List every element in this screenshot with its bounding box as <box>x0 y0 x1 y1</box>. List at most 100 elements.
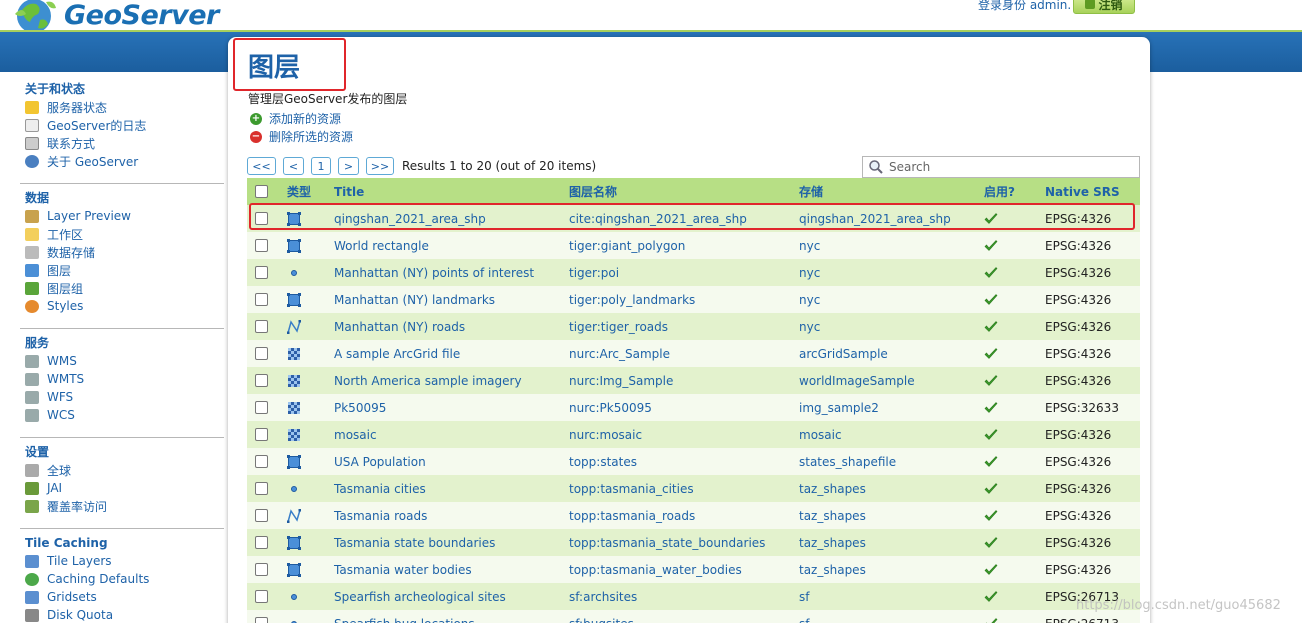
layer-title-link[interactable]: A sample ArcGrid file <box>334 340 460 367</box>
sidebar-item-layer-groups[interactable]: 图层组 <box>25 279 224 297</box>
layer-name-link[interactable]: nurc:Arc_Sample <box>569 340 670 367</box>
layer-store-link[interactable]: arcGridSample <box>799 340 888 367</box>
add-resource-link[interactable]: + 添加新的资源 <box>250 110 341 127</box>
search-input[interactable] <box>889 160 1129 174</box>
layer-title-link[interactable]: Manhattan (NY) landmarks <box>334 286 495 313</box>
sidebar-item-coverage-access[interactable]: 覆盖率访问 <box>25 497 224 515</box>
layer-name-link[interactable]: topp:states <box>569 448 637 475</box>
sidebar-item-stores[interactable]: 数据存储 <box>25 243 224 261</box>
select-all-checkbox[interactable] <box>255 185 268 198</box>
column-header-type[interactable]: 类型 <box>287 178 311 205</box>
sidebar-item-tile-layers[interactable]: Tile Layers <box>25 552 224 570</box>
layer-title-link[interactable]: Tasmania state boundaries <box>334 529 495 556</box>
layer-title-link[interactable]: Spearfish bug locations <box>334 610 475 623</box>
sidebar-item-workspaces[interactable]: 工作区 <box>25 225 224 243</box>
pager-page-1-button[interactable]: 1 <box>311 157 331 175</box>
layer-store-link[interactable]: nyc <box>799 313 820 340</box>
layer-name-link[interactable]: nurc:Img_Sample <box>569 367 673 394</box>
layer-title-link[interactable]: Manhattan (NY) points of interest <box>334 259 534 286</box>
layer-store-link[interactable]: taz_shapes <box>799 502 866 529</box>
layer-name-link[interactable]: sf:archsites <box>569 583 637 610</box>
layer-name-link[interactable]: tiger:tiger_roads <box>569 313 668 340</box>
pager-last-button[interactable]: >> <box>366 157 394 175</box>
layer-title-link[interactable]: Pk50095 <box>334 394 386 421</box>
layer-name-link[interactable]: topp:tasmania_cities <box>569 475 694 502</box>
layer-title-link[interactable]: mosaic <box>334 421 377 448</box>
column-header-name[interactable]: 图层名称 <box>569 178 617 205</box>
sidebar-item-gridsets[interactable]: Gridsets <box>25 588 224 606</box>
layer-store-link[interactable]: states_shapefile <box>799 448 896 475</box>
sidebar-item-contact[interactable]: 联系方式 <box>25 134 224 152</box>
layer-title-link[interactable]: Tasmania water bodies <box>334 556 472 583</box>
row-checkbox[interactable] <box>255 509 268 522</box>
column-header-store[interactable]: 存储 <box>799 178 823 205</box>
layer-name-link[interactable]: tiger:poi <box>569 259 619 286</box>
sidebar-item-layer-preview[interactable]: Layer Preview <box>25 207 224 225</box>
search-box[interactable] <box>862 156 1140 178</box>
layer-store-link[interactable]: taz_shapes <box>799 475 866 502</box>
row-checkbox[interactable] <box>255 401 268 414</box>
sidebar-item-server-status[interactable]: 服务器状态 <box>25 98 224 116</box>
layer-name-link[interactable]: topp:tasmania_state_boundaries <box>569 529 765 556</box>
row-checkbox[interactable] <box>255 374 268 387</box>
layer-name-link[interactable]: topp:tasmania_water_bodies <box>569 556 742 583</box>
layer-store-link[interactable]: worldImageSample <box>799 367 915 394</box>
row-checkbox[interactable] <box>255 428 268 441</box>
layer-title-link[interactable]: Tasmania cities <box>334 475 426 502</box>
layer-name-link[interactable]: tiger:giant_polygon <box>569 232 685 259</box>
layer-title-link[interactable]: Tasmania roads <box>334 502 427 529</box>
row-checkbox[interactable] <box>255 212 268 225</box>
layer-name-link[interactable]: nurc:Pk50095 <box>569 394 652 421</box>
sidebar-item-about[interactable]: 关于 GeoServer <box>25 152 224 170</box>
pager-next-button[interactable]: > <box>338 157 359 175</box>
layer-name-link[interactable]: tiger:poly_landmarks <box>569 286 695 313</box>
layer-store-link[interactable]: nyc <box>799 286 820 313</box>
sidebar-item-styles[interactable]: Styles <box>25 297 224 315</box>
row-checkbox[interactable] <box>255 293 268 306</box>
row-checkbox[interactable] <box>255 536 268 549</box>
layer-store-link[interactable]: sf <box>799 610 809 623</box>
row-checkbox[interactable] <box>255 455 268 468</box>
layer-store-link[interactable]: taz_shapes <box>799 529 866 556</box>
layer-store-link[interactable]: nyc <box>799 232 820 259</box>
column-header-enabled[interactable]: 启用? <box>984 178 1015 205</box>
sidebar-item-caching-defaults[interactable]: Caching Defaults <box>25 570 224 588</box>
layer-title-link[interactable]: North America sample imagery <box>334 367 522 394</box>
logout-button[interactable]: 注销 <box>1073 0 1135 14</box>
layer-title-link[interactable]: Spearfish archeological sites <box>334 583 506 610</box>
remove-resource-link[interactable]: − 删除所选的资源 <box>250 128 353 145</box>
sidebar-item-wmts[interactable]: WMTS <box>25 370 224 388</box>
sidebar-item-wcs[interactable]: WCS <box>25 406 224 424</box>
sidebar-item-wms[interactable]: WMS <box>25 352 224 370</box>
row-checkbox[interactable] <box>255 482 268 495</box>
layer-name-link[interactable]: nurc:mosaic <box>569 421 642 448</box>
layer-store-link[interactable]: nyc <box>799 259 820 286</box>
layer-store-link[interactable]: taz_shapes <box>799 556 866 583</box>
layer-title-link[interactable]: USA Population <box>334 448 426 475</box>
column-header-title[interactable]: Title <box>334 178 364 205</box>
layer-name-link[interactable]: sf:bugsites <box>569 610 634 623</box>
layer-store-link[interactable]: qingshan_2021_area_shp <box>799 205 951 232</box>
layer-title-link[interactable]: Manhattan (NY) roads <box>334 313 465 340</box>
layer-title-link[interactable]: qingshan_2021_area_shp <box>334 205 486 232</box>
sidebar-item-jai[interactable]: JAI <box>25 479 224 497</box>
layer-store-link[interactable]: sf <box>799 583 809 610</box>
layer-store-link[interactable]: img_sample2 <box>799 394 879 421</box>
row-checkbox[interactable] <box>255 563 268 576</box>
pager-prev-button[interactable]: < <box>283 157 304 175</box>
sidebar-item-layers[interactable]: 图层 <box>25 261 224 279</box>
layer-name-link[interactable]: topp:tasmania_roads <box>569 502 695 529</box>
layer-name-link[interactable]: cite:qingshan_2021_area_shp <box>569 205 747 232</box>
sidebar-item-wfs[interactable]: WFS <box>25 388 224 406</box>
row-checkbox[interactable] <box>255 617 268 623</box>
sidebar-item-global[interactable]: 全球 <box>25 461 224 479</box>
row-checkbox[interactable] <box>255 347 268 360</box>
layer-title-link[interactable]: World rectangle <box>334 232 429 259</box>
row-checkbox[interactable] <box>255 590 268 603</box>
sidebar-item-disk-quota[interactable]: Disk Quota <box>25 606 224 623</box>
row-checkbox[interactable] <box>255 239 268 252</box>
row-checkbox[interactable] <box>255 320 268 333</box>
sidebar-item-logs[interactable]: GeoServer的日志 <box>25 116 224 134</box>
column-header-srs[interactable]: Native SRS <box>1045 178 1120 205</box>
layer-store-link[interactable]: mosaic <box>799 421 842 448</box>
